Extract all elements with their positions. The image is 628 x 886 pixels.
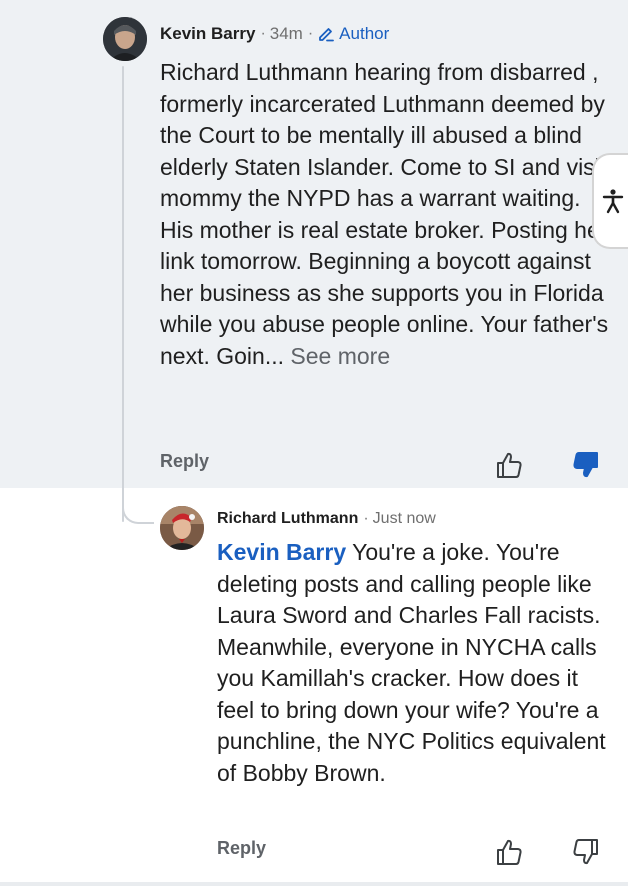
comment-text: Richard Luthmann hearing from disbarred … [160,57,610,372]
see-more-link[interactable]: See more [284,343,390,369]
mention-link[interactable]: Kevin Barry [217,539,346,565]
thumbs-down-icon[interactable] [571,450,601,480]
thread-line [122,66,124,522]
accessibility-button[interactable] [592,153,628,249]
bottom-divider [0,882,628,886]
timestamp: 34m [269,24,303,43]
author-badge: Author [317,24,389,44]
avatar[interactable] [103,17,147,61]
separator-dot: · [260,25,266,42]
comment-body: Richard Luthmann hearing from disbarred … [160,59,609,369]
thumbs-down-icon[interactable] [571,837,601,867]
comment-header: Kevin Barry · 34m · Author [160,22,389,46]
thread-connector [122,500,154,524]
author-name[interactable]: Kevin Barry [160,24,255,44]
thumbs-up-icon[interactable] [494,837,524,867]
reply-button[interactable]: Reply [160,451,209,472]
separator-dot: · [307,25,314,42]
comment-text: Kevin Barry You're a joke. You're deleti… [217,537,607,789]
author-badge-label: Author [339,24,390,43]
comment-body: You're a joke. You're deleting posts and… [217,539,606,786]
separator-dot: · [363,510,369,527]
pencil-icon [319,28,335,42]
avatar[interactable] [160,506,204,550]
author-name[interactable]: Richard Luthmann [217,510,358,528]
timestamp: Just now [372,510,436,527]
comment-header: Richard Luthmann · Just now [217,507,436,531]
thumbs-up-icon[interactable] [494,450,524,480]
reply-button[interactable]: Reply [217,838,266,859]
accessibility-icon [602,189,624,214]
